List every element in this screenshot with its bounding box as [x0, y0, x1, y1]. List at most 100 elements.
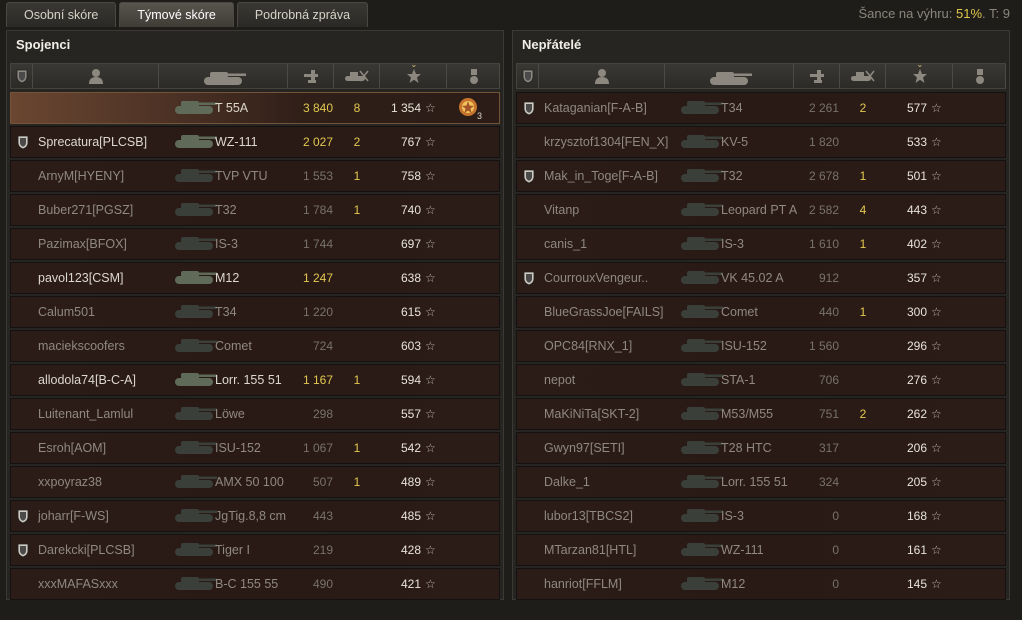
table-row[interactable]: Luitenant_Lamlul Löwe 298 557 ☆ — [10, 398, 500, 430]
table-row[interactable]: lubor13[TBCS2] IS-3 0 168 ☆ — [516, 500, 1006, 532]
player-column-header[interactable] — [540, 64, 665, 88]
table-row[interactable]: Calum501 T34 1 220 615 ☆ — [10, 296, 500, 328]
tank-icon — [175, 203, 217, 216]
damage-column-header[interactable] — [289, 64, 334, 88]
medal-count: 3 — [476, 111, 482, 121]
xp-column-header[interactable]: ⌄ — [381, 60, 447, 88]
win-chance-value: 51% — [956, 6, 983, 21]
kills-value — [345, 229, 369, 259]
kills-value: 4 — [859, 203, 867, 217]
table-row[interactable]: BlueGrassJoe[FAILS] Comet 440 1 300 ☆ — [516, 296, 1006, 328]
tank-icon — [677, 95, 725, 121]
table-row[interactable]: Sprecatura[PLCSB] WZ-111 2 027 2 767 ☆ — [10, 126, 500, 158]
kills-column-header[interactable] — [841, 64, 886, 88]
player-name — [38, 93, 188, 123]
xp-column-header[interactable]: ⌄ — [887, 60, 953, 88]
tank-column-header[interactable] — [666, 64, 794, 88]
medal-icon — [459, 98, 477, 116]
table-row[interactable]: CourrouxVengeur.. VK 45.02 A 912 357 ☆ — [516, 262, 1006, 294]
tank-icon — [175, 271, 217, 284]
tank-icon — [709, 72, 752, 85]
player-name: Sprecatura[PLCSB] — [38, 135, 148, 149]
damage-column-header[interactable] — [795, 64, 840, 88]
xp-value: 421 — [400, 577, 421, 591]
table-row[interactable]: krzysztof1304[FEN_X] KV-5 1 820 533 ☆ — [516, 126, 1006, 158]
table-row[interactable]: Buber271[PGSZ] T32 1 784 1 740 ☆ — [10, 194, 500, 226]
table-row[interactable]: xxxMAFASxxx B-C 155 55 490 421 ☆ — [10, 568, 500, 600]
kills-value: 1 — [353, 373, 361, 387]
tank-name: T34 — [215, 305, 237, 319]
kills-value — [851, 127, 875, 157]
tab-detailed-report[interactable]: Podrobná zpráva — [236, 2, 369, 27]
table-row[interactable]: maciekscoofers Comet 724 603 ☆ — [10, 330, 500, 362]
table-row[interactable]: hanriot[FFLM] M12 0 145 ☆ — [516, 568, 1006, 600]
table-row[interactable]: Kataganian[F-A-B] T34 2 261 2 577 ☆ — [516, 92, 1006, 124]
tank-name: WZ-111 — [721, 543, 764, 557]
player-name: nepot — [544, 373, 576, 387]
xp-value: 489 — [400, 475, 421, 489]
clan-badge-icon — [17, 543, 29, 558]
player-name: Calum501 — [38, 305, 95, 319]
player-column-header[interactable] — [34, 64, 159, 88]
tank-column-header[interactable] — [160, 64, 288, 88]
clan-badge-icon — [523, 169, 535, 184]
player-name: joharr[F-WS] — [38, 509, 109, 523]
kills-value: 1 — [859, 237, 867, 251]
table-row[interactable]: MaKiNiTa[SKT-2] M53/M55 751 2 262 ☆ — [516, 398, 1006, 430]
clan-badge-icon — [17, 509, 29, 524]
tank-icon — [677, 571, 725, 597]
table-row[interactable]: Darekcki[PLCSB] Tiger I 219 428 ☆ — [10, 534, 500, 566]
star-icon: ☆ — [425, 407, 436, 421]
player-name: Gwyn97[SETI] — [544, 441, 625, 455]
table-row[interactable]: pavol123[CSM] M12 1 247 638 ☆ — [10, 262, 500, 294]
clan-badge-icon — [16, 69, 27, 83]
table-row[interactable]: ArnyM[HYENY] TVP VTU 1 553 1 758 ☆ — [10, 160, 500, 192]
table-row[interactable]: joharr[F-WS] JgTig.8,8 cm 443 485 ☆ — [10, 500, 500, 532]
tank-name: IS-3 — [721, 237, 744, 251]
tab-personal-score[interactable]: Osobní skóre — [6, 2, 117, 27]
player-name: canis_1 — [544, 237, 588, 251]
medals-column-header[interactable] — [954, 64, 1006, 88]
damage-value: 0 — [832, 509, 839, 523]
tank-name: VK 45.02 A — [721, 271, 784, 285]
enemies-list: Kataganian[F-A-B] T34 2 261 2 577 ☆ krzysztof1… — [516, 92, 1006, 602]
damage-value: 1 820 — [808, 135, 839, 149]
xp-value: 296 — [906, 339, 927, 353]
player-name: Darekcki[PLCSB] — [38, 543, 135, 557]
table-row[interactable]: MTarzan81[HTL] WZ-111 0 161 ☆ — [516, 534, 1006, 566]
table-row[interactable]: canis_1 IS-3 1 610 1 402 ☆ — [516, 228, 1006, 260]
xp-value: 594 — [400, 373, 421, 387]
table-row[interactable]: Pazimax[BFOX] IS-3 1 744 697 ☆ — [10, 228, 500, 260]
damage-value: 1 744 — [302, 237, 333, 251]
xp-value: 758 — [400, 169, 421, 183]
table-row[interactable]: allodola74[B-C-A] Lorr. 155 51 1 167 1 594 ☆ — [10, 364, 500, 396]
table-row[interactable]: Vitanp Leopard PT A 2 582 4 443 ☆ — [516, 194, 1006, 226]
table-row[interactable]: nepot STA-1 706 276 ☆ — [516, 364, 1006, 396]
table-row[interactable]: Gwyn97[SETI] T28 HTC 317 206 ☆ — [516, 432, 1006, 464]
star-icon: ☆ — [931, 271, 942, 285]
tank-icon — [677, 537, 725, 563]
tank-name: IS-3 — [215, 237, 238, 251]
clan-badge-icon — [17, 543, 29, 558]
table-row[interactable]: Dalke_1 Lorr. 155 51 324 205 ☆ — [516, 466, 1006, 498]
table-row[interactable]: xxpoyraz38 AMX 50 100 507 1 489 ☆ — [10, 466, 500, 498]
medal-icon[interactable]: 3 — [457, 96, 482, 121]
xp-value: 168 — [906, 509, 927, 523]
kills-column-header[interactable] — [335, 64, 380, 88]
tank-icon — [171, 265, 219, 291]
kills-value — [851, 433, 875, 463]
badge-column-header[interactable] — [11, 64, 33, 88]
table-row[interactable]: Mak_in_Toge[F-A-B] T32 2 678 1 501 ☆ — [516, 160, 1006, 192]
kills-value — [345, 331, 369, 361]
tank-icon — [677, 367, 725, 393]
tank-name: Tiger I — [215, 543, 250, 557]
star-icon: ☆ — [931, 577, 942, 591]
medals-column-header[interactable] — [448, 64, 500, 88]
tab-team-score[interactable]: Týmové skóre — [119, 2, 234, 27]
table-row[interactable]: T 55A 3 840 8 1 354 ☆ 3 — [10, 92, 500, 124]
table-row[interactable]: OPC84[RNX_1] ISU-152 1 560 296 ☆ — [516, 330, 1006, 362]
star-icon: ☆ — [425, 305, 436, 319]
table-row[interactable]: Esroh[AOM] ISU-152 1 067 1 542 ☆ — [10, 432, 500, 464]
badge-column-header[interactable] — [517, 64, 539, 88]
tank-name: M12 — [721, 577, 746, 591]
